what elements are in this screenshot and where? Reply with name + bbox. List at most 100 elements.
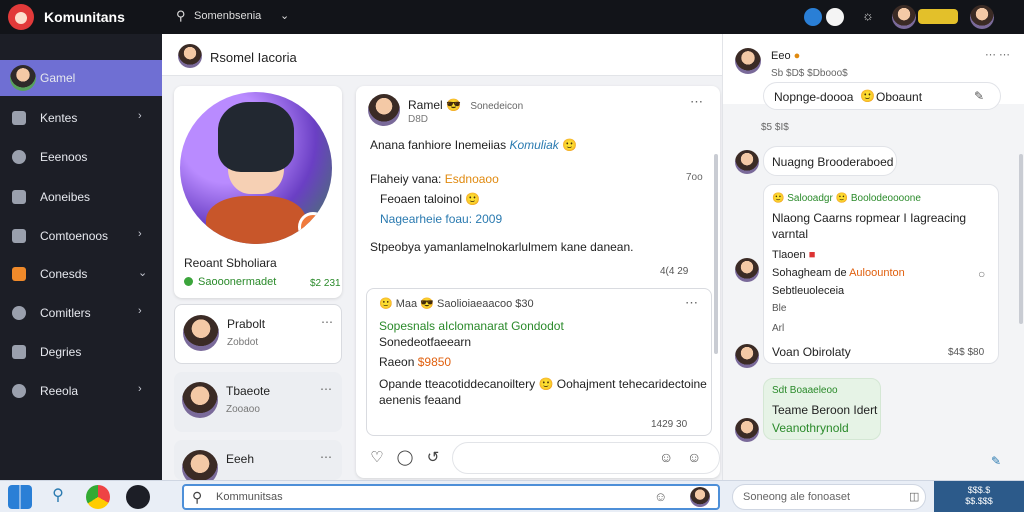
user-avatar[interactable] [892,5,916,29]
avatar[interactable] [178,44,202,68]
main-content: Rsomel Iacoria Reoant Sbholiara Saoooner… [162,34,722,486]
sidebar-item-comtoenoos[interactable]: Comtoenoos › [0,218,162,254]
card-line-6: Ble [772,303,787,314]
sidebar-item-reeola[interactable]: Reeola › [0,373,162,409]
more-icon[interactable]: ⋯ [320,382,332,396]
scrollbar[interactable] [1019,154,1023,324]
chat-header-name: Eeo ● [771,50,800,62]
message-time: $4$ $80 [948,347,985,358]
profile-card[interactable]: Reoant Sbholiara Saooonermadet $2 231 [174,86,342,298]
avatar [735,258,759,282]
notification-icon[interactable] [804,8,822,26]
more-icon[interactable]: ⋯ [685,295,698,311]
top-search[interactable]: ⚲ Somenbsenia ⌄ [176,8,306,26]
post-meta: D8D [408,114,429,125]
profile-avatar[interactable] [970,5,994,29]
sticker-icon[interactable]: ☺ [687,449,701,465]
sidebar-item-label: Comitlers [40,306,91,320]
radio-icon[interactable]: ○ [978,267,985,281]
app-logo[interactable] [8,4,34,30]
avatar[interactable] [368,94,400,126]
start-icon[interactable] [8,485,32,509]
edit-icon[interactable]: ✎ [991,454,1001,468]
card-head-rest: Boolodeoooone [850,193,921,204]
list-item[interactable]: Eeeh ⋯ [174,440,342,486]
search-icon: ⚲ [176,8,186,23]
document-icon [12,190,26,204]
reply-body: Opande tteacotiddecanoiltery 🙂 Oohajment… [379,377,707,391]
post-link[interactable]: Komuliak [509,138,558,152]
emoji-icon[interactable]: ☺ [654,489,667,504]
profile-name: Reoant Sbholiara [184,256,277,270]
search-text: Kommunitsas [216,491,283,503]
edit-icon[interactable]: ✎ [974,89,984,103]
reply-green-line: Sopesnals aIclomanarat Gondodot [379,319,564,333]
chevron-right-icon: › [138,305,142,317]
chat-subtitle: Zooaoo [226,404,260,415]
list-item[interactable]: Tbaeote Zooaoo ⋯ [174,372,342,432]
heart-icon[interactable]: ♡ [368,448,386,466]
sidebar-item-kentes[interactable]: Kentes › [0,100,162,136]
search-icon[interactable]: ⚲ [46,485,70,509]
top-bar: Komunitans ⚲ Somenbsenia ⌄ ☼ [0,0,1024,34]
reply-body-2: aenenis feaand [379,393,462,407]
more-icon[interactable]: ⋯ [321,315,333,329]
sidebar-item-label: Gamel [40,71,76,85]
more-icon[interactable]: ⋯ [320,450,332,464]
search-text: Soneong ale fonoaset [743,491,851,503]
message-icon[interactable] [826,8,844,26]
avatar [182,382,218,418]
sidebar-item-aoneibes[interactable]: Aoneibes [0,179,162,215]
chevron-down-icon: ⌄ [138,267,148,279]
clipboard-icon[interactable]: ◫ [909,490,919,503]
reply-input[interactable]: ☺ ☺ [452,442,720,474]
bubble-text-rest: Oboaunt [876,90,923,104]
sidebar-item-conesds[interactable]: Conesds ⌄ [0,256,162,292]
sidebar-item-gamel[interactable]: Gamel [0,60,162,96]
card-line-8: Voan Obirolaty [772,345,851,359]
coin-badge[interactable] [918,9,958,24]
sidebar-item-comitlers[interactable]: Comitlers › [0,295,162,331]
card-line-3-text: Tlaoen [772,249,806,261]
sidebar-item-label: Conesds [40,267,88,281]
sidebar-item-label: Kentes [40,111,78,125]
avatar[interactable] [690,487,710,507]
emoji-icon: 🙂 [538,377,554,391]
share-icon[interactable]: ↺ [424,448,442,466]
avatar[interactable] [735,48,761,74]
taskbar-search[interactable]: ⚲ Kommunitsas ☺ [182,484,720,510]
content-header: Rsomel Iacoria [162,34,722,76]
taskbar-search-2[interactable]: Soneong ale fonoaset ◫ [732,484,926,510]
edit-icon [12,345,26,359]
scrollbar[interactable] [714,154,718,354]
sidebar-item-eeenoos[interactable]: Eeenoos [0,139,162,175]
chat-header-sub: Sb $D$ $Dbooo$ [771,68,848,79]
more-icon[interactable]: ⋯ ⋯ [985,48,1010,61]
chat-panel: Eeo ● Sb $D$ $Dbooo$ ⋯ ⋯ Nopnge-doooa 🙂 … [722,34,1024,480]
sidebar-item-degries[interactable]: Degries [0,334,162,370]
chat-name: Tbaeote [226,384,271,398]
search-icon: ⚲ [192,489,203,505]
card-line-4-value: Auloounton [849,267,905,279]
browser-icon[interactable] [86,485,110,509]
emoji-icon: 🙂 [835,193,849,204]
like-count[interactable]: 1429 30 [651,419,687,430]
bell-icon[interactable]: ☼ [862,8,880,26]
like-count[interactable]: 4(4 29 [660,266,688,277]
chevron-down-icon[interactable]: ⌄ [280,9,289,22]
more-icon[interactable]: ⋯ [690,94,703,110]
comment-icon[interactable]: ◯ [396,448,414,466]
header-name-text: Eeo [771,50,791,62]
detail-label: Nagearheie foau: [380,212,473,226]
list-item[interactable]: Prabolt Zobdot ⋯ [174,304,342,364]
post-body: Stpeobya yamanlamelnokarlulmem kane dane… [370,240,634,254]
chat-name: Eeeh [226,452,255,466]
app-icon[interactable] [126,485,150,509]
sidebar-item-label: Aoneibes [40,190,91,204]
emoji-icon[interactable]: ☺ [659,449,673,465]
card-icon [12,267,26,281]
bubble-text: Teame Beroon Idert [772,403,878,417]
message-card: 🙂 Salooadgr 🙂 Boolodeoooone Nlaong Caarn… [763,184,999,364]
clock[interactable]: $$$.$ $$.$$$ [934,481,1024,512]
avatar [10,65,36,91]
